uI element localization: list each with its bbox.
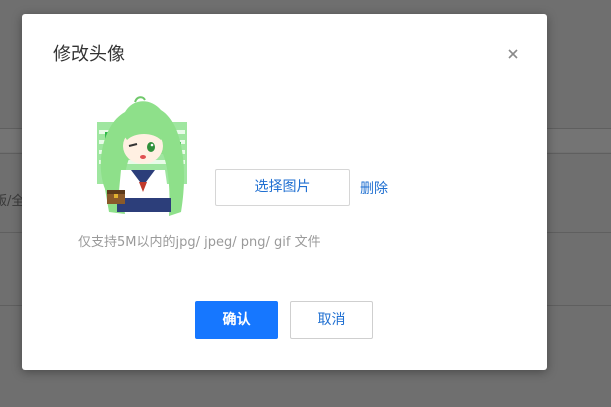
close-icon [508, 49, 518, 59]
select-image-button[interactable]: 选择图片 [215, 169, 350, 206]
anime-avatar-image [97, 96, 187, 216]
close-button[interactable] [503, 44, 523, 64]
edit-avatar-dialog: 修改头像 选择图片 删除 仅支持5M以内的jpg/ jpeg/ png/ gif… [22, 14, 547, 370]
file-format-hint: 仅支持5M以内的jpg/ jpeg/ png/ gif 文件 [78, 235, 321, 250]
dialog-title: 修改头像 [53, 44, 125, 65]
avatar-image [85, 94, 197, 222]
delete-link[interactable]: 删除 [360, 178, 388, 198]
cancel-button[interactable]: 取消 [290, 301, 373, 339]
confirm-button[interactable]: 确认 [195, 301, 278, 339]
background-partial-text: 版/全 [0, 194, 25, 209]
